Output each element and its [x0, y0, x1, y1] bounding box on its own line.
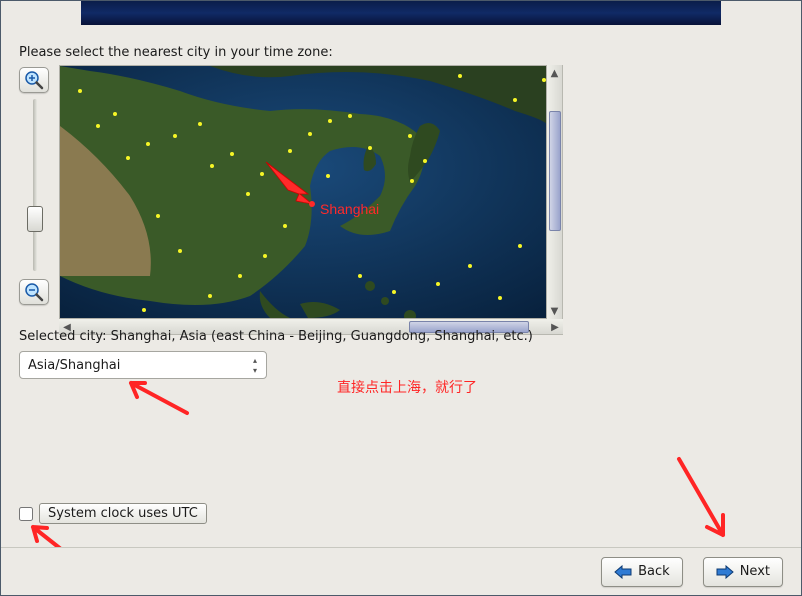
scroll-thumb-vertical[interactable]: [549, 111, 561, 231]
timezone-prompt: Please select the nearest city in your t…: [19, 45, 333, 60]
map-vertical-scrollbar[interactable]: ▲ ▼: [547, 65, 563, 319]
arrow-right-icon: [716, 565, 734, 579]
combobox-spinner-icon[interactable]: ▴▾: [248, 355, 262, 377]
annotation-arrow-icon: [123, 377, 193, 417]
system-clock-utc-button[interactable]: System clock uses UTC: [39, 503, 207, 524]
zoom-slider-track[interactable]: [33, 99, 37, 271]
zoom-in-icon: [24, 70, 44, 90]
zoom-out-icon: [24, 282, 44, 302]
system-clock-utc-label: System clock uses UTC: [48, 506, 198, 521]
svg-text:Shanghai: Shanghai: [320, 201, 379, 217]
annotation-hint-text: 直接点击上海，就行了: [337, 377, 477, 397]
timezone-value: Asia/Shanghai: [28, 358, 120, 373]
next-button[interactable]: Next: [703, 557, 783, 587]
annotation-arrow-icon: [673, 455, 733, 545]
wizard-nav-bar: Back Next: [1, 547, 801, 595]
next-button-label: Next: [740, 564, 770, 579]
timezone-map[interactable]: Shanghai: [59, 65, 547, 319]
header-banner: [81, 1, 721, 25]
back-button-label: Back: [638, 564, 670, 579]
timezone-combobox[interactable]: Asia/Shanghai ▴▾: [19, 351, 267, 379]
zoom-in-button[interactable]: [19, 67, 49, 93]
scroll-right-icon[interactable]: ▶: [547, 319, 563, 335]
back-button[interactable]: Back: [601, 557, 683, 587]
scroll-up-icon[interactable]: ▲: [547, 65, 562, 81]
zoom-out-button[interactable]: [19, 279, 49, 305]
system-clock-utc-checkbox[interactable]: [19, 507, 33, 521]
arrow-left-icon: [614, 565, 632, 579]
selected-city-label: Selected city: Shanghai, Asia (east Chin…: [19, 329, 533, 344]
zoom-slider-thumb[interactable]: [27, 206, 43, 232]
scroll-down-icon[interactable]: ▼: [547, 303, 562, 319]
